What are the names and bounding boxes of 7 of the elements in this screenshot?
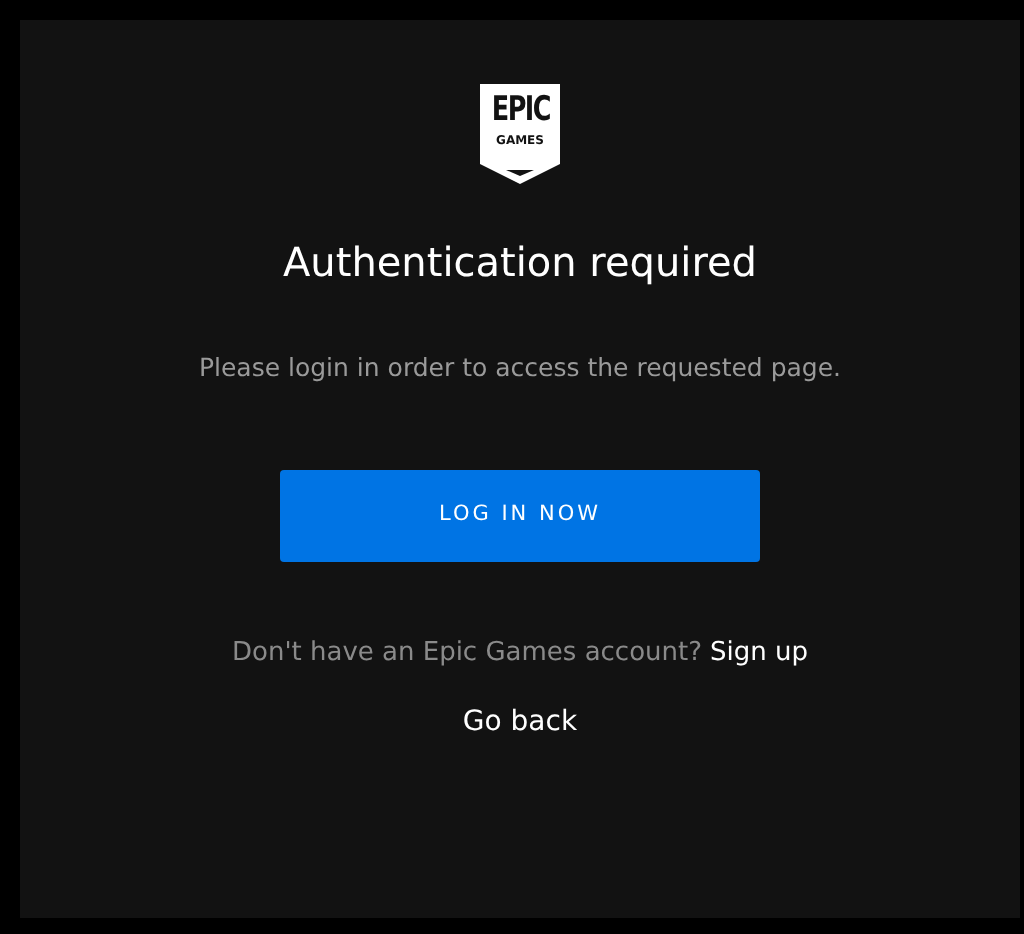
login-button[interactable]: LOG IN NOW [280,470,760,562]
logo-text: EPIC [490,90,550,130]
go-back-link[interactable]: Go back [462,704,578,740]
signup-link[interactable]: Sign up [710,636,808,672]
message-text: Please login in order to access the requested page. [198,352,842,384]
page-title: Authentication required [283,236,757,288]
signup-prompt: Don't have an Epic Games account? [231,636,703,672]
